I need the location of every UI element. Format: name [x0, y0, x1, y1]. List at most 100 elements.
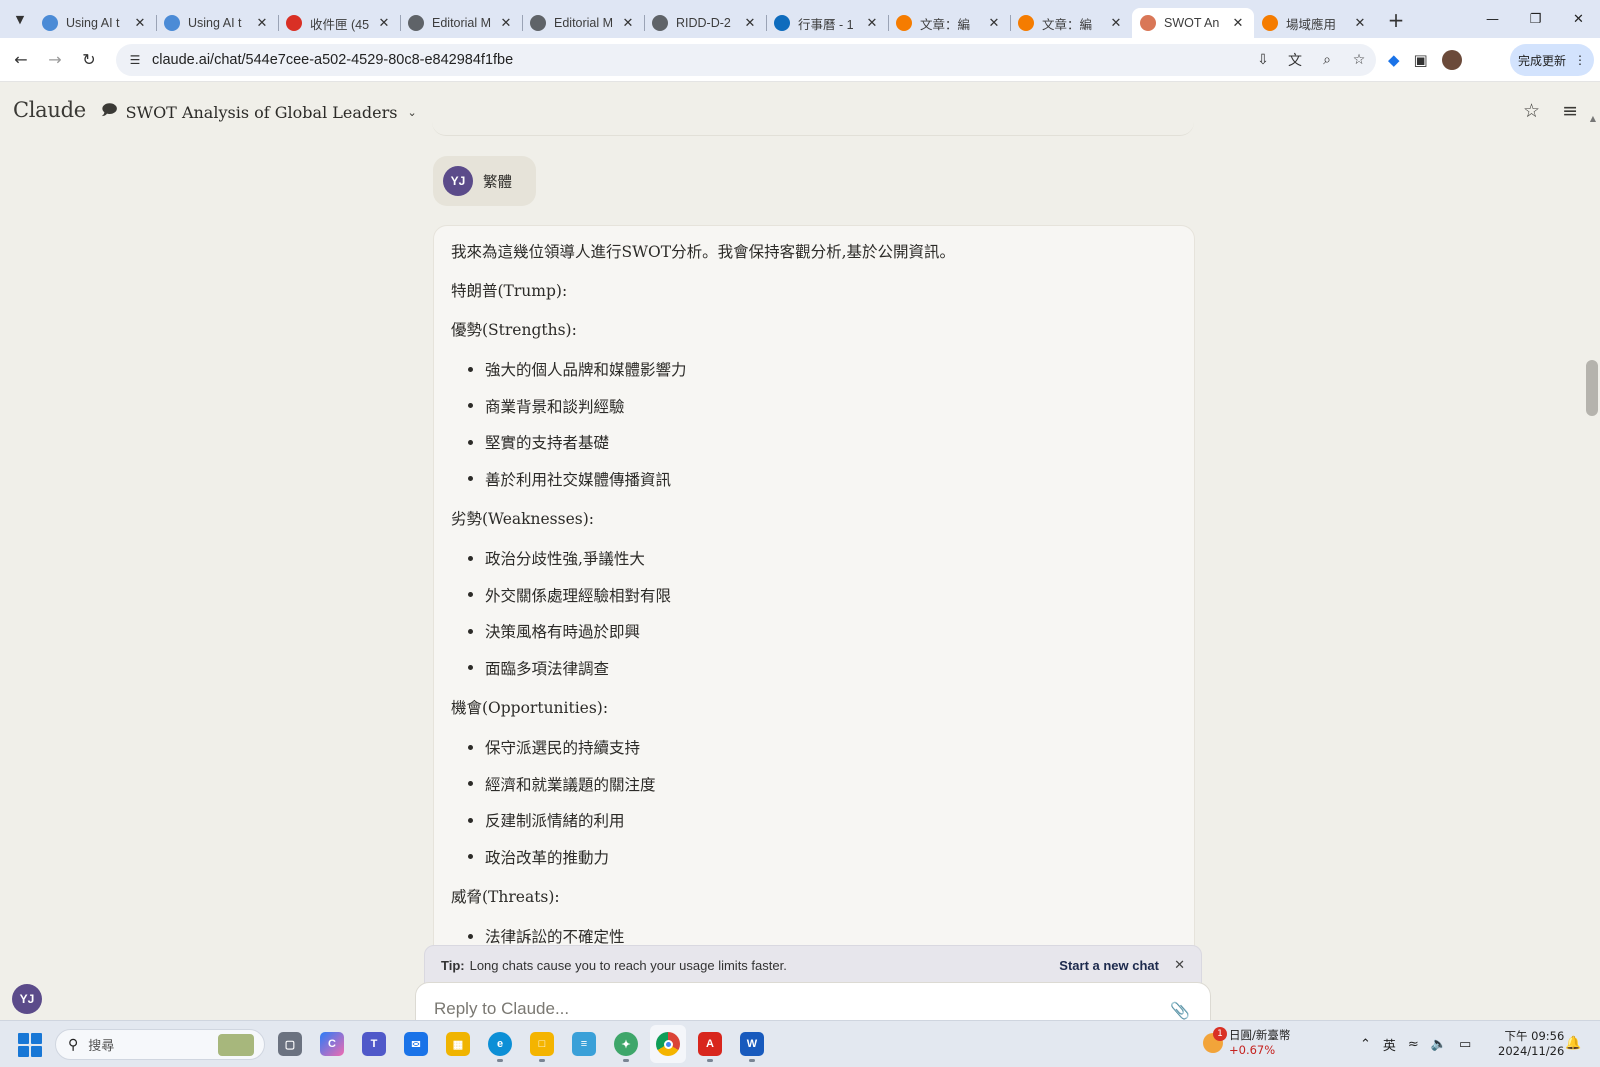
back-arrow-icon[interactable]: ← — [4, 43, 38, 77]
maps-icon[interactable]: ✦ — [608, 1025, 644, 1063]
profile-avatar[interactable] — [1441, 50, 1462, 70]
window-controls: — ❐ ✕ — [1471, 0, 1600, 38]
task-view-icon[interactable]: ▢ — [272, 1025, 308, 1063]
close-tab-icon[interactable]: ✕ — [1230, 16, 1246, 31]
close-tab-icon[interactable]: ✕ — [620, 16, 636, 31]
close-tab-icon[interactable]: ✕ — [498, 16, 514, 31]
acrobat-icon[interactable]: A — [692, 1025, 728, 1063]
windows-start-icon[interactable] — [18, 1033, 42, 1057]
system-tray: ⌃ 英 ≈ 🔈 ▭ — [1360, 1021, 1471, 1067]
browser-tab[interactable]: Using AI t ✕ — [34, 8, 156, 38]
settings-sliders-icon[interactable]: ≡ — [1562, 100, 1578, 122]
browser-tab[interactable]: 行事曆 - 1 ✕ — [766, 8, 888, 38]
browser-tab-label: Editorial M — [432, 16, 492, 30]
list-item: 政治分歧性強,爭議性大 — [451, 540, 1177, 577]
list-item: 決策風格有時過於即興 — [451, 613, 1177, 650]
browser-tab[interactable]: SWOT An ✕ — [1132, 8, 1254, 38]
reload-icon[interactable]: ↻ — [72, 43, 106, 77]
install-app-icon[interactable]: ⇩ — [1254, 52, 1272, 68]
chat-bubble-icon: 🗩 — [101, 101, 118, 119]
address-bar[interactable]: ☰ claude.ai/chat/544e7cee-a502-4529-80c8… — [116, 44, 1376, 76]
close-tab-icon[interactable]: ✕ — [742, 16, 758, 31]
browser-tab-label: 收件匣 (45 — [310, 17, 370, 32]
browser-tab[interactable]: 場域應用 ✕ — [1254, 8, 1376, 38]
close-window-icon[interactable]: ✕ — [1557, 0, 1600, 38]
new-tab-button[interactable]: + — [1382, 6, 1410, 34]
close-tab-icon[interactable]: ✕ — [864, 16, 880, 31]
edge-icon[interactable]: e — [482, 1025, 518, 1063]
close-tab-icon[interactable]: ✕ — [376, 16, 392, 31]
reply-input-placeholder[interactable]: Reply to Claude... — [434, 999, 569, 1019]
claude-logo[interactable]: Claude — [13, 98, 86, 122]
browser-tab[interactable]: Using AI t ✕ — [156, 8, 278, 38]
word-icon[interactable]: W — [734, 1025, 770, 1063]
reply-composer[interactable]: Reply to Claude... 📎 — [415, 982, 1211, 1020]
list-item: 外交關係處理經驗相對有限 — [451, 577, 1177, 614]
store-icon[interactable]: ▦ — [440, 1025, 476, 1063]
loading-icon — [408, 15, 424, 31]
list-item: 政治改革的推動力 — [451, 839, 1177, 876]
mail-icon[interactable]: ✉ — [398, 1025, 434, 1063]
notification-bell-icon[interactable]: 🔔 — [1565, 1036, 1581, 1051]
extension-icon[interactable]: ◆ — [1388, 51, 1400, 69]
start-new-chat-link[interactable]: Start a new chat — [1059, 958, 1159, 973]
zoom-icon[interactable]: ⌕ — [1318, 52, 1336, 68]
close-icon[interactable]: ✕ — [1174, 957, 1185, 973]
chrome-icon[interactable] — [650, 1025, 686, 1063]
browser-tab[interactable]: 文章：編 ✕ — [1010, 8, 1132, 38]
wifi-icon[interactable]: ≈ — [1408, 1037, 1419, 1052]
file-explorer-icon[interactable]: □ — [524, 1025, 560, 1063]
browser-tab[interactable]: Editorial M ✕ — [400, 8, 522, 38]
more-menu-icon[interactable]: ⋮ — [1574, 53, 1586, 67]
close-tab-icon[interactable]: ✕ — [254, 16, 270, 31]
browser-tab[interactable]: 文章：編 ✕ — [888, 8, 1010, 38]
close-tab-icon[interactable]: ✕ — [132, 16, 148, 31]
extensions-puzzle-icon[interactable]: ▣ — [1414, 51, 1428, 69]
globe-icon — [530, 15, 546, 31]
teams-icon[interactable]: T — [356, 1025, 392, 1063]
bookmark-star-icon[interactable]: ☆ — [1350, 52, 1368, 68]
pinned-apps: ▢ C T ✉ ▦ e □ ≡ ✦ A W — [272, 1025, 770, 1063]
chevron-up-icon[interactable]: ⌃ — [1360, 1037, 1371, 1052]
ticker-widget[interactable]: 1 日圓/新臺幣 +0.67% — [1203, 1027, 1290, 1058]
blogger-icon — [896, 15, 912, 31]
browser-tab[interactable]: 收件匣 (45 ✕ — [278, 8, 400, 38]
list-item-text: 反建制派情緒的利用 — [485, 812, 625, 831]
taskbar-search[interactable]: ⚲ 搜尋 — [55, 1029, 265, 1060]
battery-icon[interactable]: ▭ — [1459, 1037, 1471, 1052]
ime-indicator[interactable]: 英 — [1383, 1035, 1396, 1054]
site-info-icon[interactable]: ☰ — [120, 53, 150, 67]
list-item: 強大的個人品牌和媒體影響力 — [451, 351, 1177, 388]
close-tab-icon[interactable]: ✕ — [986, 16, 1002, 31]
chat-title-dropdown[interactable]: 🗩 SWOT Analysis of Global Leaders ⌄ — [101, 100, 417, 125]
browser-tab[interactable]: Editorial M ✕ — [522, 8, 644, 38]
scroll-up-arrow-icon[interactable]: ▲ — [1590, 114, 1596, 123]
system-clock[interactable]: 下午 09:56 2024/11/26 — [1498, 1029, 1564, 1059]
close-tab-icon[interactable]: ✕ — [1108, 16, 1124, 31]
browser-tab[interactable]: RIDD-D-2 ✕ — [644, 8, 766, 38]
list-item: 面臨多項法律調查 — [451, 650, 1177, 687]
swot-section-heading: 機會(Opportunities): — [451, 699, 609, 717]
paperclip-icon[interactable]: 📎 — [1170, 1001, 1190, 1020]
forward-arrow-icon[interactable]: → — [38, 43, 72, 77]
search-highlight-image — [218, 1034, 254, 1056]
minimize-icon[interactable]: — — [1471, 0, 1514, 38]
scrollbar[interactable] — [1584, 112, 1600, 1012]
url-text[interactable]: claude.ai/chat/544e7cee-a502-4529-80c8-e… — [152, 52, 513, 68]
update-button[interactable]: 完成更新 ⋮ — [1510, 44, 1594, 76]
star-icon[interactable]: ☆ — [1523, 100, 1540, 122]
restore-icon[interactable]: ❐ — [1514, 0, 1557, 38]
bullet-icon — [468, 555, 473, 561]
close-tab-icon[interactable]: ✕ — [1352, 16, 1368, 31]
account-avatar[interactable]: YJ — [12, 984, 42, 1014]
tab-search-chevron-icon[interactable]: ▼ — [6, 5, 34, 33]
browser-tab-label: Using AI t — [188, 16, 242, 30]
notepad-icon[interactable]: ≡ — [566, 1025, 602, 1063]
clock-time: 下午 09:56 — [1504, 1029, 1565, 1043]
bullet-icon — [468, 476, 473, 482]
translate-icon[interactable]: 文 — [1286, 50, 1304, 70]
scrollbar-thumb[interactable] — [1586, 360, 1598, 416]
search-icon: ⚲ — [68, 1036, 79, 1053]
volume-icon[interactable]: 🔈 — [1431, 1037, 1447, 1052]
copilot-icon[interactable]: C — [314, 1025, 350, 1063]
